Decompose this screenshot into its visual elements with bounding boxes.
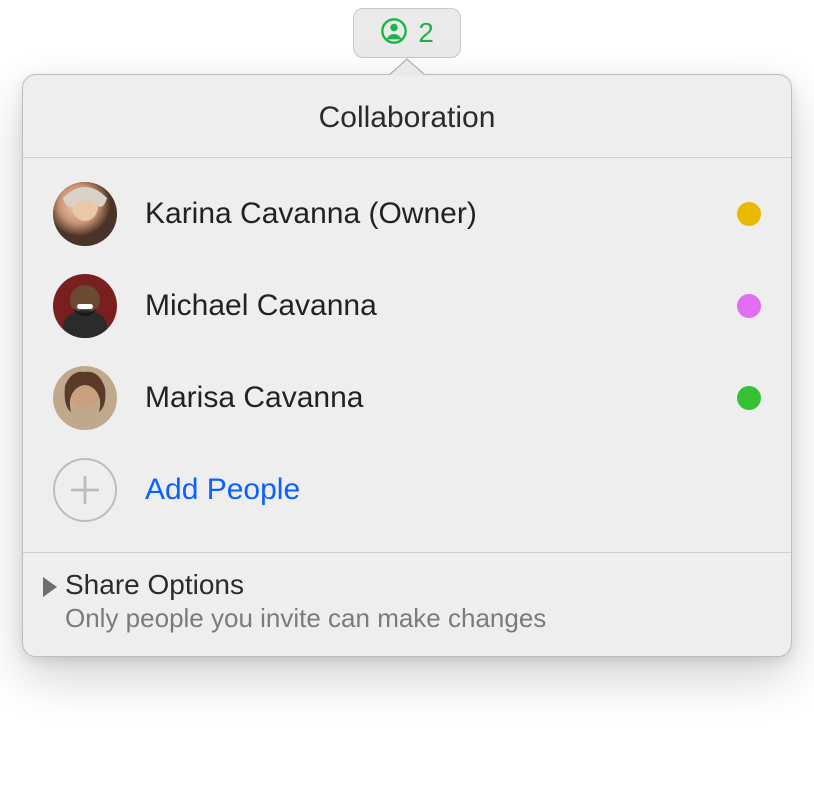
share-options-toggle[interactable]: Share Options Only people you invite can… [23,553,791,656]
avatar [53,366,117,430]
presence-dot-icon [737,202,761,226]
add-people-label: Add People [145,473,300,507]
popover-caret-icon [389,60,425,76]
participant-list: Karina Cavanna (Owner) Michael Cavanna M… [23,158,791,553]
avatar [53,182,117,246]
popover-title: Collaboration [23,75,791,158]
participant-count: 2 [418,17,434,49]
presence-dot-icon [737,386,761,410]
share-options-title: Share Options [65,569,546,601]
collaboration-toolbar-button[interactable]: 2 [353,8,461,58]
participant-row[interactable]: Karina Cavanna (Owner) [23,168,791,260]
person-icon [380,17,408,50]
plus-icon [53,458,117,522]
add-people-button[interactable]: Add People [23,444,791,546]
participant-row[interactable]: Michael Cavanna [23,260,791,352]
participant-name: Marisa Cavanna [145,381,709,415]
participant-name: Karina Cavanna (Owner) [145,197,709,231]
avatar [53,274,117,338]
collaboration-popover: Collaboration Karina Cavanna (Owner) Mic… [22,74,792,657]
disclosure-triangle-icon [43,577,57,597]
participant-row[interactable]: Marisa Cavanna [23,352,791,444]
share-options-subtitle: Only people you invite can make changes [65,603,546,634]
presence-dot-icon [737,294,761,318]
participant-name: Michael Cavanna [145,289,709,323]
